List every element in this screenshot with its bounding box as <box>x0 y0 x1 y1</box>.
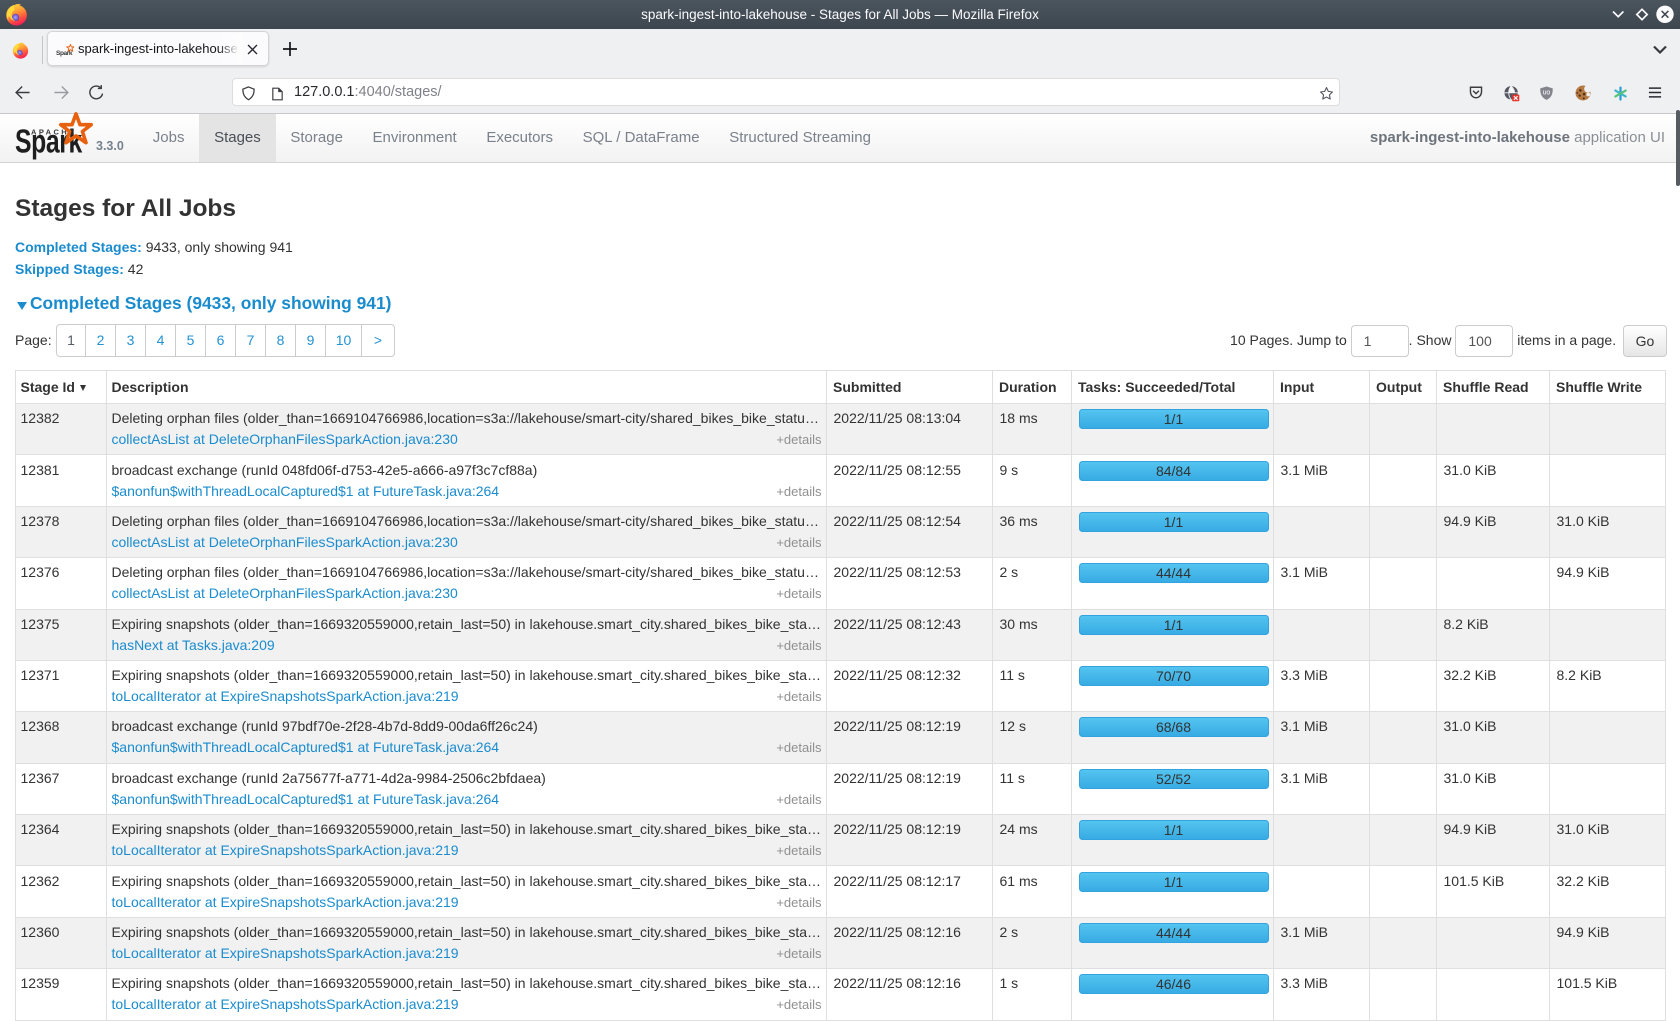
svg-text:UO: UO <box>1543 90 1551 96</box>
svg-text:Spark: Spark <box>56 50 73 57</box>
